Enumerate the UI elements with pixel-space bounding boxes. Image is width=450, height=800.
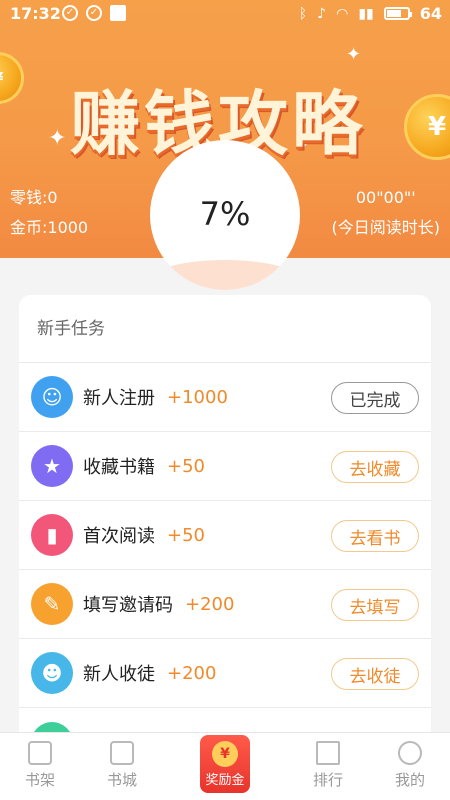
tab-label: 书架: [24, 771, 55, 789]
task-row: ☺ 新人注册 +1000 已完成: [19, 363, 431, 432]
task-row: ☻ 新人收徒 +200 去收徒: [19, 639, 431, 708]
bookshelf-icon: [28, 741, 52, 765]
sparkle-icon: ✦: [48, 126, 67, 151]
user-add-icon: ☺: [31, 376, 73, 418]
task-points: +200: [167, 662, 217, 684]
task-points: +50: [167, 455, 205, 477]
tab-label: 排行: [312, 771, 343, 789]
task-name: 填写邀请码: [83, 595, 173, 616]
wifi-icon: ◠: [336, 5, 349, 22]
tab-reward[interactable]: ¥ 奖励金: [200, 735, 250, 793]
tab-bookstore[interactable]: 书城: [82, 741, 162, 790]
recruit-apprentice-button[interactable]: 去收徒: [331, 658, 419, 690]
coin-balance: 金币:1000: [10, 218, 89, 237]
star-icon: ★: [31, 445, 73, 487]
battery-level: 64: [419, 4, 442, 23]
task-name: 新人收徒: [83, 664, 155, 685]
tab-bookshelf[interactable]: 书架: [0, 741, 80, 790]
tab-label: 奖励金: [205, 773, 245, 788]
battery-icon: [383, 7, 412, 20]
task-points: +1000: [167, 386, 228, 408]
task-completed-button[interactable]: 已完成: [331, 382, 419, 414]
card-title: 新手任务: [19, 295, 431, 363]
edit-icon: ✎: [31, 583, 73, 625]
bookstore-icon: [110, 741, 134, 765]
task-row: ✎ 填写邀请码 +200 去填写: [19, 570, 431, 639]
mute-icon: ♪: [317, 5, 327, 22]
progress-percent: 7%: [199, 195, 251, 233]
balance-info: 零钱:0 金币:1000: [10, 183, 88, 243]
status-bar: 17:32 ✓ ✓ ᛒ ♪ ◠ ▮▮ 64: [0, 0, 450, 28]
tab-ranking[interactable]: 排行: [288, 741, 368, 790]
reading-time-info: 00"00"' (今日阅读时长): [332, 183, 441, 243]
read-book-button[interactable]: 去看书: [331, 520, 419, 552]
task-row: ▮ 首次阅读 +50 去看书: [19, 501, 431, 570]
reading-time-label: (今日阅读时长): [331, 218, 441, 237]
progress-circle: 7%: [150, 140, 300, 290]
bottom-tab-bar: 书架 书城 ¥ 奖励金 排行 我的: [0, 732, 450, 800]
check-circle-icon: ✓: [86, 5, 102, 21]
change-balance: 零钱:0: [10, 188, 58, 207]
newbie-task-card: 新手任务 ☺ 新人注册 +1000 已完成 ★ 收藏书籍 +50 去收藏 ▮ 首…: [19, 295, 431, 755]
task-row: ★ 收藏书籍 +50 去收藏: [19, 432, 431, 501]
users-icon: ☻: [31, 652, 73, 694]
task-name: 首次阅读: [83, 526, 155, 547]
status-notifications: ✓ ✓: [62, 5, 126, 21]
status-time: 17:32: [10, 4, 61, 23]
collect-book-button[interactable]: 去收藏: [331, 451, 419, 483]
reading-time: 00"00"': [355, 188, 416, 207]
user-icon: [398, 741, 422, 765]
telegram-icon: [110, 5, 126, 21]
sparkle-icon: ✦: [346, 44, 362, 65]
bluetooth-icon: ᛒ: [298, 5, 308, 22]
tab-mine[interactable]: 我的: [370, 741, 450, 790]
tab-label: 书城: [106, 771, 137, 789]
coin-icon: ¥: [0, 52, 24, 104]
coin-icon: ¥: [404, 94, 450, 160]
coin-icon: ¥: [212, 741, 238, 767]
task-points: +200: [185, 593, 235, 615]
book-icon: ▮: [31, 514, 73, 556]
signal-icon: ▮▮: [358, 5, 374, 22]
crown-icon: [316, 741, 340, 765]
fill-invite-code-button[interactable]: 去填写: [331, 589, 419, 621]
task-name: 新人注册: [83, 388, 155, 409]
progress-wave: [150, 260, 300, 290]
status-right: ᛒ ♪ ◠ ▮▮ 64: [299, 4, 442, 23]
check-circle-icon: ✓: [62, 5, 78, 21]
task-points: +50: [167, 524, 205, 546]
task-name: 收藏书籍: [83, 457, 155, 478]
tab-label: 我的: [394, 771, 425, 789]
